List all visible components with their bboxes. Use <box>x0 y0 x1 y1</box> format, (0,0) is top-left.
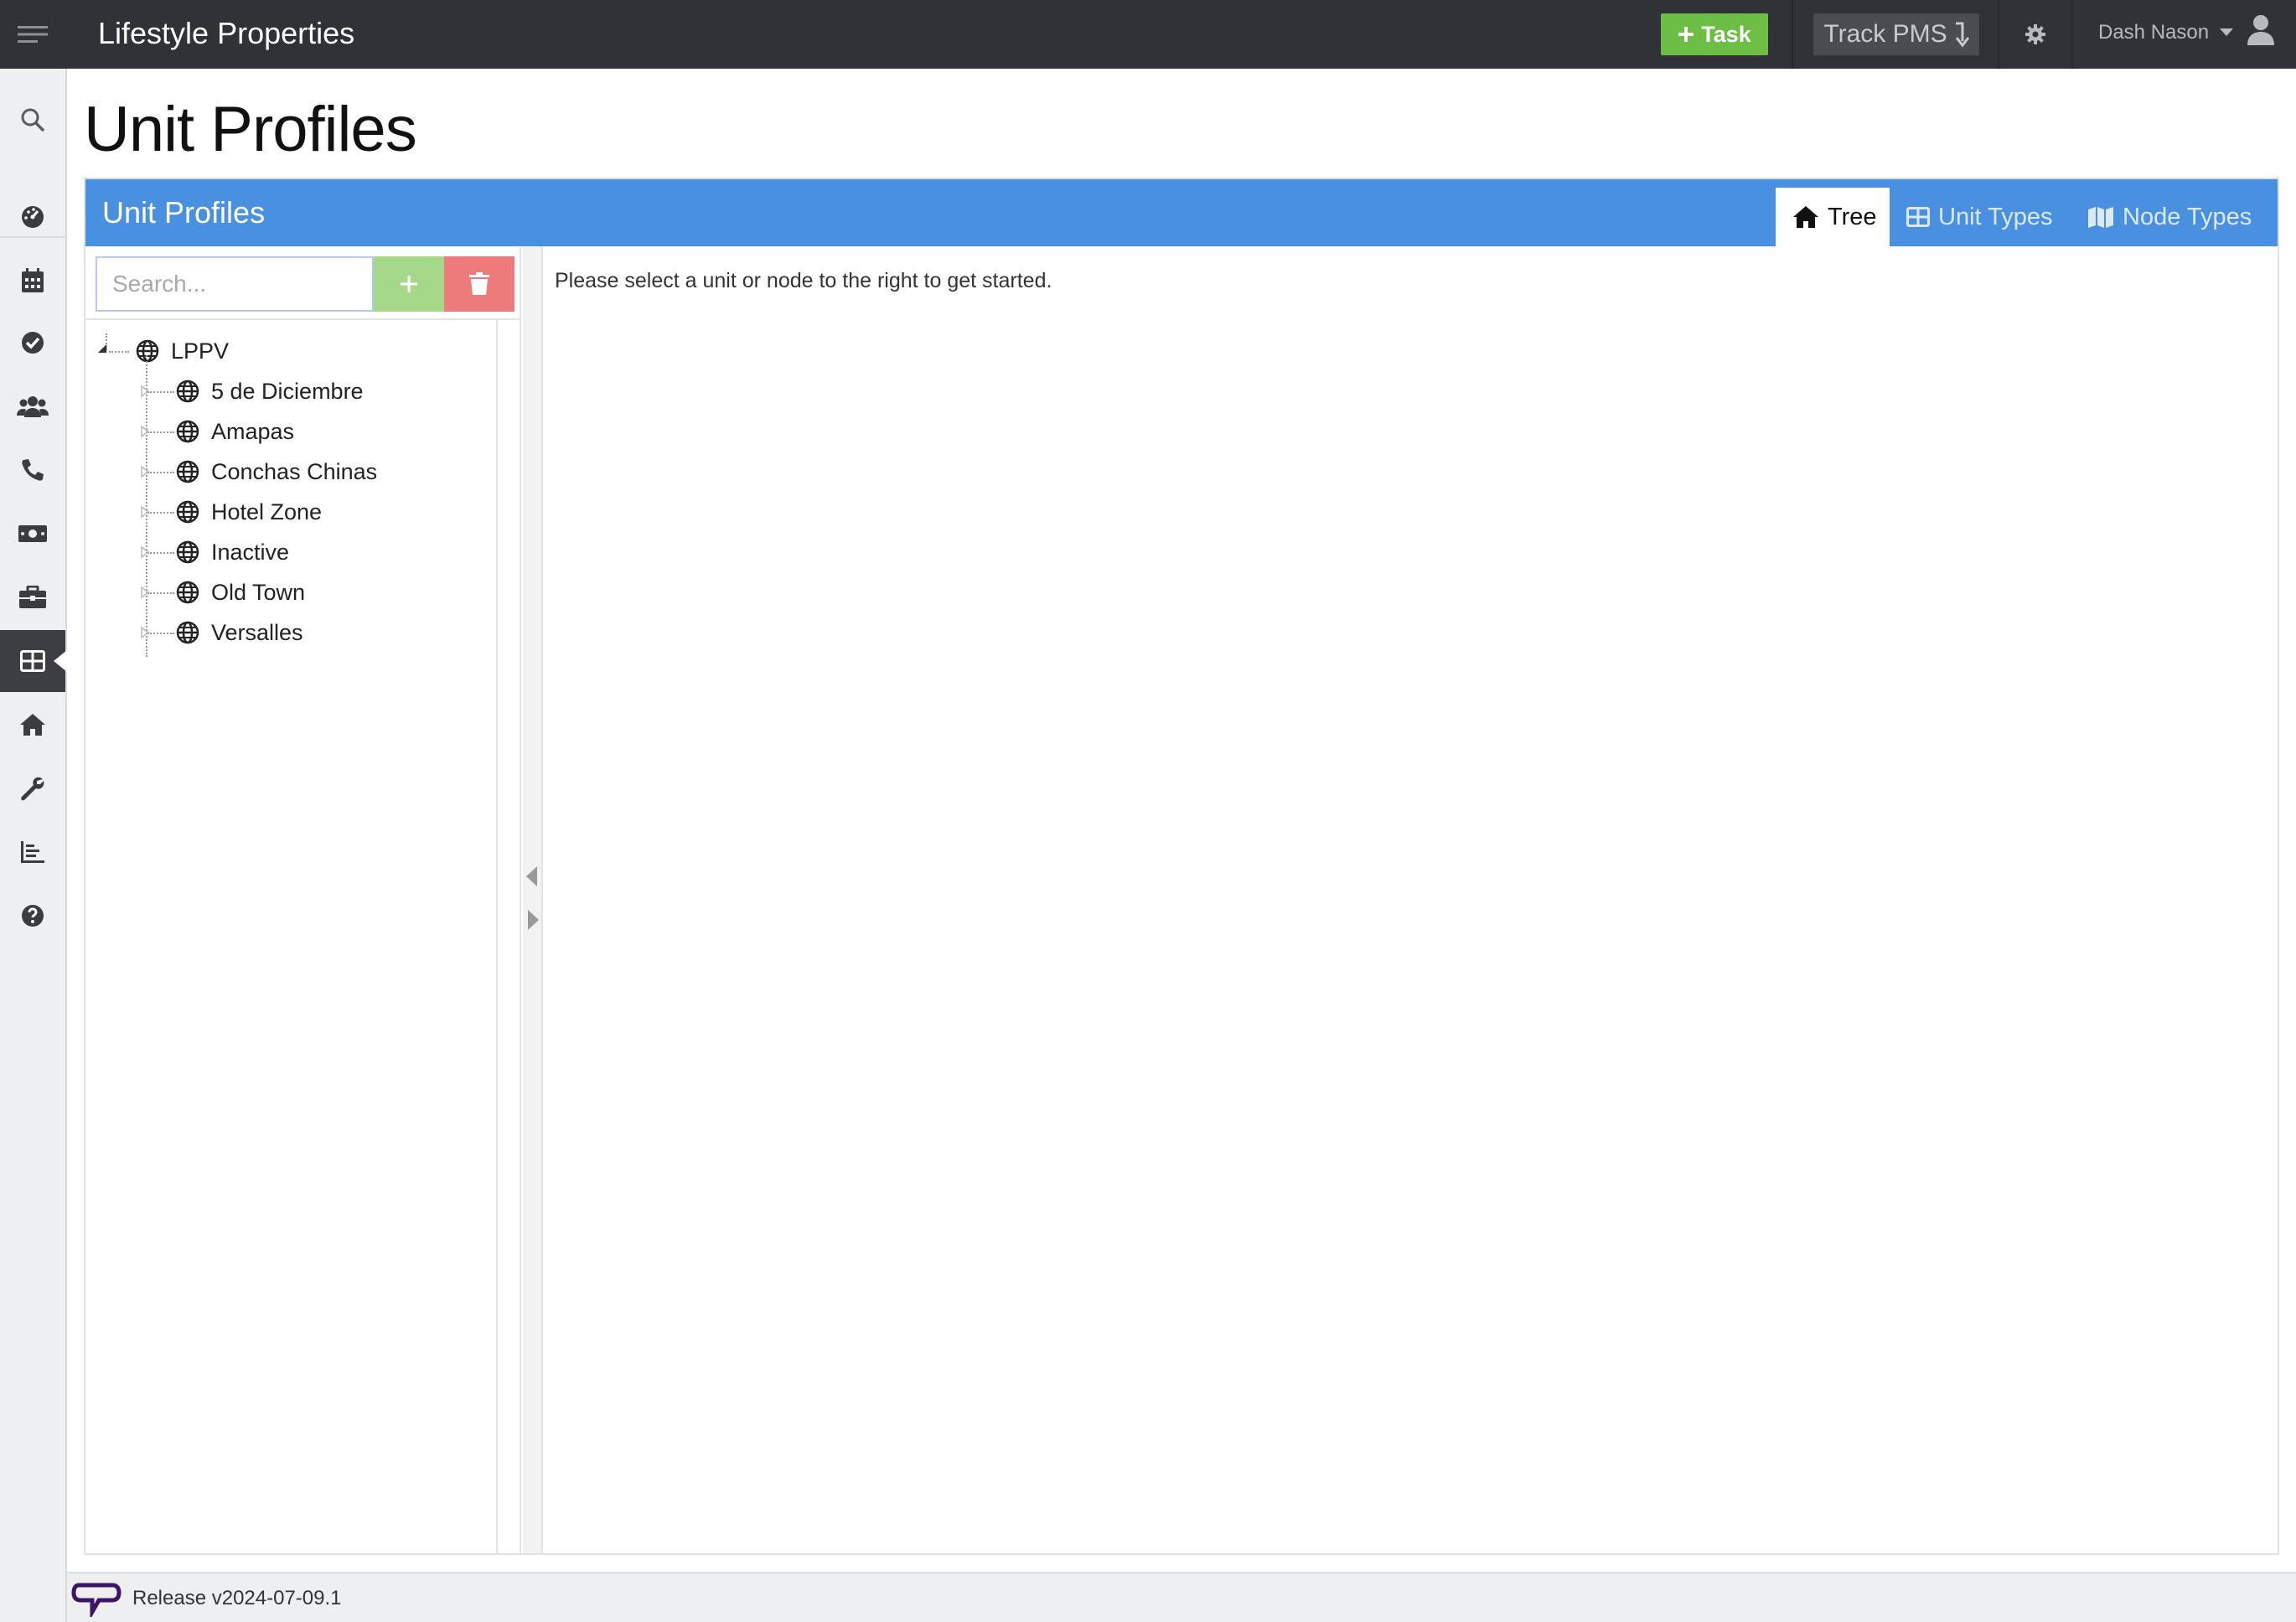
globe-icon <box>176 420 199 443</box>
globe-icon <box>176 460 199 483</box>
tree-connector <box>147 633 174 634</box>
divider <box>1998 0 1999 69</box>
nav-phone-icon[interactable] <box>0 439 65 501</box>
tree-node-child[interactable]: Old Town <box>176 576 305 609</box>
globe-icon <box>176 621 199 644</box>
map-icon <box>2088 207 2113 228</box>
tree-connector <box>147 512 174 514</box>
brand-logo-icon <box>71 1583 122 1617</box>
menu-toggle-icon[interactable] <box>0 0 65 69</box>
track-button-label: Track PMS <box>1823 20 1947 48</box>
nav-wrench-icon[interactable] <box>0 757 65 819</box>
tab-node-types[interactable]: Node Types <box>2071 188 2268 246</box>
tree-node-child[interactable]: Conchas Chinas <box>176 455 377 488</box>
nav-reports-chart-icon[interactable] <box>0 821 65 883</box>
arrow-down-icon <box>1955 22 1969 48</box>
tree-node-child[interactable]: 5 de Diciembre <box>176 375 364 408</box>
expand-right-icon[interactable] <box>528 910 539 930</box>
tree-pane: LPPV 5 de Diciembre Amapas Conchas China… <box>85 246 521 1553</box>
settings-gear-icon[interactable] <box>2014 15 2056 54</box>
pane-splitter[interactable] <box>523 246 543 1553</box>
panel-header: Unit Profiles Tree Unit Types Node Types <box>85 179 2278 246</box>
expand-triangle-icon[interactable] <box>141 385 149 397</box>
nav-money-icon[interactable] <box>0 503 65 565</box>
unit-profiles-panel: Unit Profiles Tree Unit Types Node Types <box>84 178 2279 1555</box>
expand-triangle-icon[interactable] <box>141 506 149 518</box>
tab-unit-types[interactable]: Unit Types <box>1890 188 2069 246</box>
side-nav <box>0 69 67 1622</box>
nav-briefcase-icon[interactable] <box>0 566 65 628</box>
tree-search-input[interactable] <box>96 256 374 312</box>
top-bar: Lifestyle Properties Task Track PMS Dash… <box>0 0 2296 69</box>
expand-triangle-icon[interactable] <box>141 627 149 638</box>
plus-icon <box>401 276 417 292</box>
collapse-left-icon[interactable] <box>526 866 537 886</box>
tab-label: Node Types <box>2123 203 2252 230</box>
tree-node-child[interactable]: Versalles <box>176 616 303 649</box>
task-button-label: Task <box>1701 21 1751 47</box>
empty-state-message: Please select a unit or node to the righ… <box>555 269 1052 292</box>
tab-label: Tree <box>1828 203 1877 230</box>
tree-separator <box>85 318 521 320</box>
tab-label: Unit Types <box>1938 203 2053 230</box>
nav-calendar-icon[interactable] <box>0 250 65 312</box>
tab-tree[interactable]: Tree <box>1776 188 1890 246</box>
add-task-button[interactable]: Task <box>1661 13 1768 55</box>
globe-icon <box>176 581 199 604</box>
add-node-button[interactable] <box>374 256 444 312</box>
tree-node-child[interactable]: Amapas <box>176 415 294 448</box>
footer: Release v2024-07-09.1 <box>67 1572 2296 1622</box>
expand-triangle-icon[interactable] <box>141 466 149 478</box>
trash-icon <box>469 272 489 295</box>
divider <box>1792 0 1793 69</box>
tree-node-label: LPPV <box>171 338 230 364</box>
tree-node-label: Hotel Zone <box>211 498 323 524</box>
nav-people-icon[interactable] <box>0 375 65 437</box>
divider <box>2071 0 2073 69</box>
grid-icon <box>1906 207 1930 227</box>
globe-icon <box>176 540 199 564</box>
tree-connector <box>109 351 129 353</box>
tree-node-label: Versalles <box>211 619 303 645</box>
track-pms-button[interactable]: Track PMS <box>1813 13 1979 55</box>
tree-node-root[interactable]: LPPV <box>136 334 229 368</box>
tree-scrollbar[interactable] <box>496 320 498 1553</box>
nav-search-icon[interactable] <box>0 89 65 151</box>
tree-connector <box>147 431 174 433</box>
app-title[interactable]: Lifestyle Properties <box>98 15 354 52</box>
page-title: Unit Profiles <box>84 94 417 165</box>
user-menu-name[interactable]: Dash Nason <box>2098 18 2209 47</box>
tree-node-label: Amapas <box>211 418 295 444</box>
nav-home-icon[interactable] <box>0 694 65 756</box>
nav-tasks-check-icon[interactable] <box>0 312 65 374</box>
nav-unit-profiles-grid-icon[interactable] <box>0 630 67 692</box>
globe-icon <box>176 380 199 403</box>
tree-node-label: Conchas Chinas <box>211 458 378 484</box>
globe-icon <box>176 500 199 524</box>
globe-icon <box>136 339 159 363</box>
nav-dashboard-icon[interactable] <box>0 186 65 248</box>
tree-node-label: Inactive <box>211 539 290 565</box>
expand-triangle-icon[interactable] <box>141 426 149 437</box>
expand-triangle-icon[interactable] <box>141 586 149 598</box>
panel-title: Unit Profiles <box>102 195 266 230</box>
tree-node-child[interactable]: Hotel Zone <box>176 495 322 529</box>
nav-help-icon[interactable] <box>0 885 65 947</box>
plus-icon <box>1678 27 1694 42</box>
tree-connector <box>147 472 174 473</box>
tree-connector <box>147 552 174 554</box>
tree-connector <box>147 391 174 393</box>
expand-triangle-icon[interactable] <box>141 546 149 558</box>
home-icon <box>1793 206 1818 228</box>
user-avatar-icon[interactable] <box>2246 13 2276 47</box>
chevron-down-icon[interactable] <box>2220 28 2233 36</box>
tree-node-label: 5 de Diciembre <box>211 378 364 404</box>
delete-node-button[interactable] <box>444 256 515 312</box>
collapse-triangle-icon[interactable] <box>97 344 107 354</box>
release-version: Release v2024-07-09.1 <box>132 1587 342 1609</box>
tree-connector <box>147 592 174 594</box>
tree-node-label: Old Town <box>211 579 306 605</box>
tree-node-child[interactable]: Inactive <box>176 535 289 569</box>
